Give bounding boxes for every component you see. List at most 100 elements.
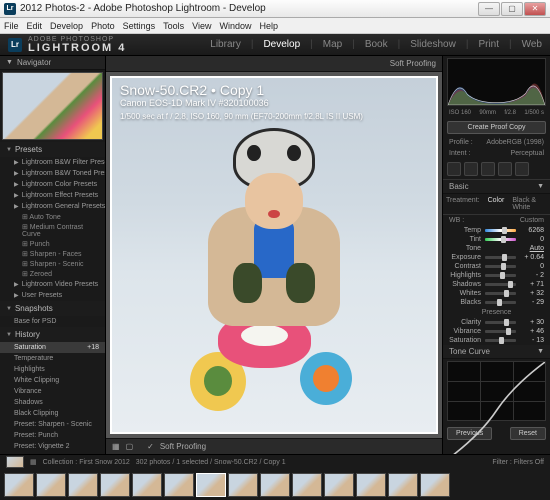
- menu-help[interactable]: Help: [260, 21, 279, 31]
- tone-curve[interactable]: [447, 361, 546, 421]
- treatment-color[interactable]: Color: [488, 197, 505, 211]
- intent-perceptual[interactable]: Perceptual: [511, 150, 544, 157]
- module-slideshow[interactable]: Slideshow: [410, 39, 456, 50]
- preset-group[interactable]: ▶Lightroom B&W Toned Presets: [0, 168, 105, 179]
- minimize-button[interactable]: —: [478, 2, 500, 16]
- preset-item[interactable]: ⊞ Sharpen - Scenic: [0, 259, 105, 269]
- history-item[interactable]: Shadows: [0, 397, 105, 408]
- slider-contrast[interactable]: Contrast0: [443, 262, 550, 271]
- preset-group[interactable]: ▶Lightroom Effect Presets: [0, 190, 105, 201]
- filmstrip-thumb[interactable]: [36, 473, 66, 497]
- preset-item[interactable]: ⊞ Punch: [0, 239, 105, 249]
- filmstrip-thumb[interactable]: [228, 473, 258, 497]
- menu-settings[interactable]: Settings: [123, 21, 156, 31]
- filmstrip-thumb[interactable]: [324, 473, 354, 497]
- menu-edit[interactable]: Edit: [27, 21, 43, 31]
- grid-view-icon[interactable]: ▦: [112, 442, 120, 451]
- preset-item[interactable]: ⊞ Zeroed: [0, 269, 105, 279]
- slider-clarity[interactable]: Clarity+ 30: [443, 318, 550, 327]
- maximize-button[interactable]: ▢: [501, 2, 523, 16]
- crop-tool-icon[interactable]: [447, 162, 461, 176]
- spot-tool-icon[interactable]: [464, 162, 478, 176]
- module-develop[interactable]: Develop: [263, 39, 300, 50]
- history-item[interactable]: Highlights: [0, 364, 105, 375]
- filmstrip-thumb[interactable]: [100, 473, 130, 497]
- slider-exposure[interactable]: Exposure+ 0.64: [443, 253, 550, 262]
- menu-tools[interactable]: Tools: [163, 21, 184, 31]
- menu-window[interactable]: Window: [220, 21, 252, 31]
- grad-tool-icon[interactable]: [498, 162, 512, 176]
- main-photo[interactable]: Snow-50.CR2 • Copy 1 Canon EOS-1D Mark I…: [110, 76, 438, 434]
- history-header[interactable]: ▼History: [0, 327, 105, 342]
- preset-item[interactable]: ⊞ Auto Tone: [0, 212, 105, 222]
- filmstrip-thumbs[interactable]: [0, 469, 550, 500]
- filmstrip-thumb[interactable]: [356, 473, 386, 497]
- preset-group[interactable]: ▶Lightroom Video Presets: [0, 279, 105, 290]
- soft-proofing-toggle[interactable]: Soft Proofing: [160, 442, 206, 451]
- module-library[interactable]: Library: [210, 39, 241, 50]
- filters-off[interactable]: Filters Off: [514, 459, 544, 466]
- history-item[interactable]: Saturation+18: [0, 342, 105, 353]
- window-title: 2012 Photos-2 - Adobe Photoshop Lightroo…: [20, 3, 478, 14]
- filmstrip-thumb[interactable]: [420, 473, 450, 497]
- module-book[interactable]: Book: [365, 39, 388, 50]
- menu-file[interactable]: File: [4, 21, 19, 31]
- menu-view[interactable]: View: [192, 21, 211, 31]
- create-proof-copy-button[interactable]: Create Proof Copy: [447, 121, 546, 134]
- filmstrip-thumb[interactable]: [164, 473, 194, 497]
- brush-tool-icon[interactable]: [515, 162, 529, 176]
- presets-header[interactable]: ▼Presets: [0, 142, 105, 157]
- history-item[interactable]: Preset: Vignette 2: [0, 441, 105, 452]
- slider-blacks[interactable]: Blacks- 29: [443, 298, 550, 307]
- preset-item[interactable]: ⊞ Medium Contrast Curve: [0, 222, 105, 239]
- history-item[interactable]: Preset: Punch: [0, 430, 105, 441]
- slider-saturation[interactable]: Saturation- 13: [443, 336, 550, 345]
- history-item[interactable]: Temperature: [0, 353, 105, 364]
- slider-temp[interactable]: Temp6268: [443, 226, 550, 235]
- slider-shadows[interactable]: Shadows+ 71: [443, 280, 550, 289]
- snapshots-header[interactable]: ▼Snapshots: [0, 301, 105, 316]
- history-item[interactable]: Preset: Sharpen - Scenic: [0, 419, 105, 430]
- histogram[interactable]: [447, 58, 546, 106]
- slider-vibrance[interactable]: Vibrance+ 46: [443, 327, 550, 336]
- filmstrip-thumb[interactable]: [260, 473, 290, 497]
- slider-whites[interactable]: Whites+ 32: [443, 289, 550, 298]
- preset-group[interactable]: ▶Lightroom General Presets: [0, 201, 105, 212]
- loupe-view-icon[interactable]: ▢: [126, 442, 134, 451]
- filmstrip-thumb[interactable]: [388, 473, 418, 497]
- navigator-preview[interactable]: [2, 72, 103, 140]
- history-item[interactable]: Preset: Punch: [0, 452, 105, 454]
- module-print[interactable]: Print: [478, 39, 499, 50]
- menu-photo[interactable]: Photo: [91, 21, 115, 31]
- preset-group[interactable]: ▶Lightroom Color Presets: [0, 179, 105, 190]
- preset-item[interactable]: ⊞ Sharpen - Faces: [0, 249, 105, 259]
- filmstrip-thumb[interactable]: [196, 473, 226, 497]
- grid-icon[interactable]: ▦: [30, 458, 37, 466]
- snapshot-item[interactable]: Base for PSD: [0, 316, 105, 327]
- filmstrip-thumb[interactable]: [132, 473, 162, 497]
- slider-tint[interactable]: Tint0: [443, 235, 550, 244]
- redeye-tool-icon[interactable]: [481, 162, 495, 176]
- history-item[interactable]: Black Clipping: [0, 408, 105, 419]
- menu-develop[interactable]: Develop: [50, 21, 83, 31]
- tonecurve-header[interactable]: Tone Curve▼: [443, 345, 550, 359]
- filmstrip-thumb[interactable]: [292, 473, 322, 497]
- slider-highlights[interactable]: Highlights- 2: [443, 271, 550, 280]
- filmstrip-thumb[interactable]: [68, 473, 98, 497]
- treatment-bw[interactable]: Black & White: [512, 197, 547, 211]
- profile-value[interactable]: AdobeRGB (1998): [486, 139, 544, 146]
- navigator-header[interactable]: ▼Navigator: [0, 56, 105, 70]
- photo-info-overlay: Snow-50.CR2 • Copy 1 Canon EOS-1D Mark I…: [120, 84, 363, 123]
- filmstrip-thumb[interactable]: [4, 473, 34, 497]
- module-web[interactable]: Web: [522, 39, 542, 50]
- secondary-display-icon[interactable]: [6, 456, 24, 468]
- preset-group[interactable]: ▶Lightroom B&W Filter Presets: [0, 157, 105, 168]
- history-item[interactable]: Vibrance: [0, 386, 105, 397]
- basic-panel-header[interactable]: Basic▼: [443, 180, 550, 194]
- module-map[interactable]: Map: [323, 39, 342, 50]
- history-item[interactable]: White Clipping: [0, 375, 105, 386]
- slider-tone[interactable]: ToneAuto: [443, 244, 550, 253]
- close-button[interactable]: ✕: [524, 2, 546, 16]
- preset-group[interactable]: ▶User Presets: [0, 290, 105, 301]
- wb-select[interactable]: Custom: [520, 217, 544, 224]
